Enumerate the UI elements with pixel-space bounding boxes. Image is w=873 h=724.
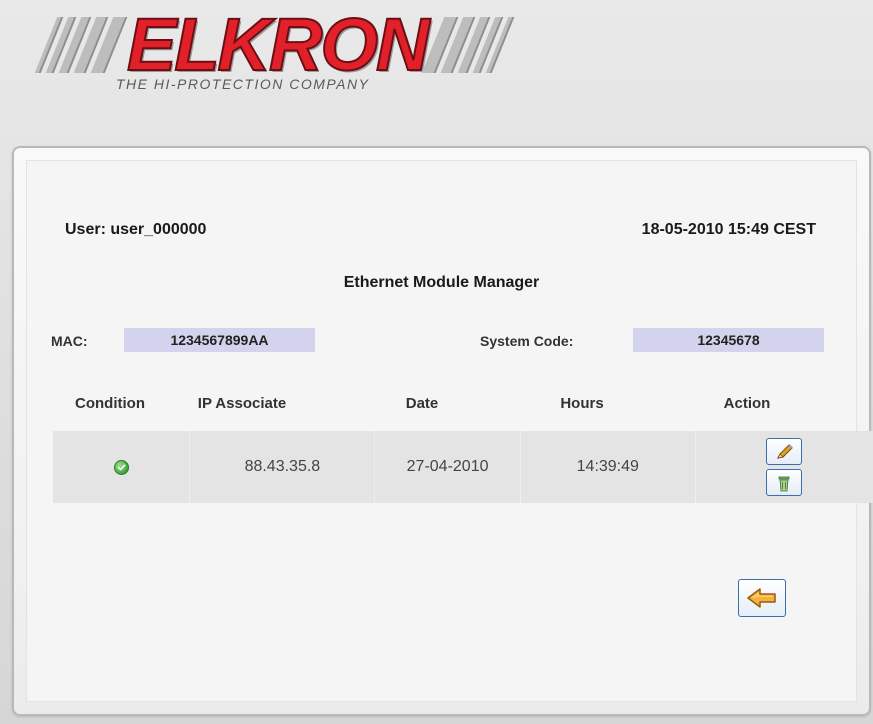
action-cell	[696, 431, 873, 503]
user-label: User: user_000000	[65, 221, 207, 238]
panel-content: User: user_000000 18-05-2010 15:49 CEST …	[26, 160, 873, 702]
check-circle-icon	[113, 459, 129, 475]
column-header-action: Action	[723, 395, 771, 412]
pencil-icon	[777, 443, 794, 459]
condition-cell	[53, 431, 191, 503]
column-header-ip-associate: IP Associate	[197, 395, 287, 412]
delete-button[interactable]	[766, 469, 803, 496]
mac-label: MAC:	[51, 333, 88, 349]
logo-tagline: THE HI-PROTECTION COMPANY	[116, 76, 370, 92]
logo-mark: ELKRON	[34, 3, 515, 86]
elkron-logo: ELKRON THE HI-PROTECTION COMPANY	[34, 3, 566, 106]
logo-wordmark: ELKRON	[126, 3, 430, 86]
back-button[interactable]	[738, 579, 786, 617]
mac-value: 1234567899AA	[124, 328, 315, 352]
logo-left-stripes	[32, 10, 135, 80]
arrow-left-icon	[747, 588, 776, 608]
ip-associate-cell: 88.43.35.8	[190, 431, 376, 503]
system-code-label: System Code:	[480, 333, 574, 349]
logo-right-stripes	[419, 10, 522, 80]
table-row: 88.43.35.8 27-04-2010 14:39:49	[53, 431, 873, 503]
column-header-date: Date	[405, 395, 439, 412]
column-header-condition: Condition	[75, 395, 145, 412]
page-title: Ethernet Module Manager	[343, 274, 540, 291]
column-header-hours: Hours	[560, 395, 604, 412]
edit-button[interactable]	[766, 438, 803, 465]
date-cell: 27-04-2010	[375, 431, 521, 503]
main-panel: User: user_000000 18-05-2010 15:49 CEST …	[12, 146, 873, 716]
system-code-value: 12345678	[633, 328, 824, 352]
trash-icon	[779, 476, 790, 491]
hours-cell: 14:39:49	[521, 431, 696, 503]
datetime-label: 18-05-2010 15:49 CEST	[641, 221, 816, 238]
